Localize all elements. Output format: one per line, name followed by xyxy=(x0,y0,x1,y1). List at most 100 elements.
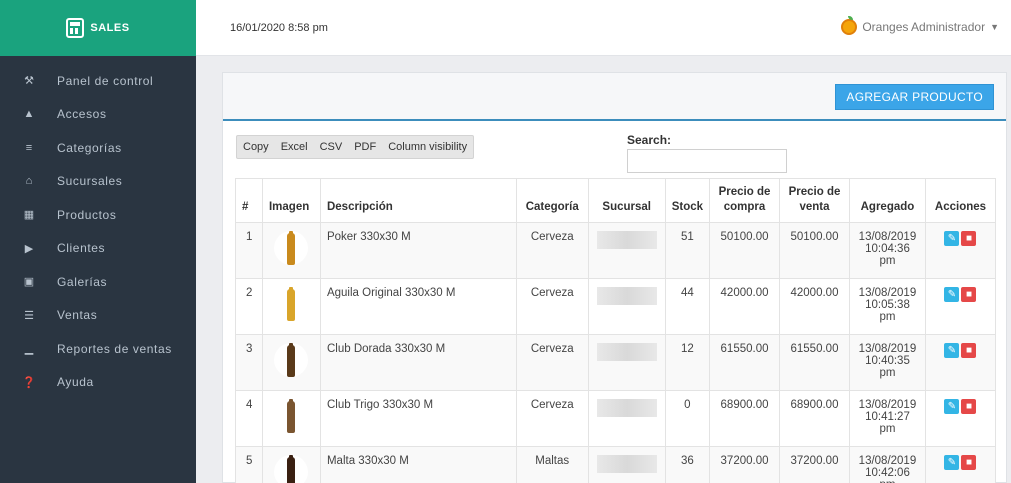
col-number[interactable]: # xyxy=(235,178,263,223)
sidebar-item-label: Ventas xyxy=(57,308,98,323)
sidebar-item-panel-de-control[interactable]: ⚒ Panel de control xyxy=(0,64,196,98)
sidebar-item-sucursales[interactable]: ⌂ Sucursales xyxy=(0,165,196,199)
user-icon: ▲ xyxy=(23,108,35,121)
sidebar: SALES ⚒ Panel de control ▲ Accesos ≡ Catego… xyxy=(0,0,196,483)
product-thumbnail[interactable] xyxy=(274,231,309,265)
product-category: Cerveza xyxy=(515,390,589,447)
sidebar-item-ayuda[interactable]: ❓ Ayuda xyxy=(0,366,196,400)
added-date: 13/08/2019 xyxy=(858,231,917,243)
trash-icon[interactable]: ■ xyxy=(961,287,977,302)
topbar: 16/01/2020 8:58 pm Oranges Administrador… xyxy=(196,0,1011,56)
sidebar-item-label: Productos xyxy=(57,207,117,222)
sidebar-item-clientes[interactable]: ▶ Clientes xyxy=(0,232,196,266)
sidebar-item-label: Reportes de ventas xyxy=(57,341,172,356)
pdf-button[interactable]: PDF xyxy=(348,136,382,158)
product-branch xyxy=(587,446,666,483)
row-actions: ✎ ■ xyxy=(924,334,997,391)
product-purchase-price: 42000.00 xyxy=(709,278,780,335)
row-actions: ✎ ■ xyxy=(924,222,997,279)
sidebar-item-categorias[interactable]: ≡ Categorías xyxy=(0,131,196,165)
grid-icon: ▦ xyxy=(23,209,35,222)
col-added[interactable]: Agregado xyxy=(848,178,926,223)
list-icon: ☰ xyxy=(24,309,34,322)
edit-icon[interactable]: ✎ xyxy=(944,287,960,302)
home-icon: ⌂ xyxy=(25,175,33,188)
brand-logo[interactable]: SALES xyxy=(0,0,196,56)
csv-button[interactable]: CSV xyxy=(314,136,349,158)
bottle-image xyxy=(287,399,296,433)
sidebar-item-galerias[interactable]: ▣ Galerías xyxy=(0,265,196,299)
added-time: 10:41:27 pm xyxy=(865,411,910,435)
bottle-image xyxy=(287,231,296,265)
trash-icon[interactable]: ■ xyxy=(961,231,977,246)
row-actions: ✎ ■ xyxy=(924,390,997,447)
trash-icon[interactable]: ■ xyxy=(961,399,977,414)
sidebar-item-label: Clientes xyxy=(57,241,106,256)
product-stock: 12 xyxy=(664,334,711,391)
sidebar-item-productos[interactable]: ▦ Productos xyxy=(0,198,196,232)
added-date: 13/08/2019 xyxy=(858,399,917,411)
product-image-cell xyxy=(261,222,321,279)
copy-button[interactable]: Copy xyxy=(237,136,275,158)
sidebar-item-label: Panel de control xyxy=(57,73,154,88)
trash-icon[interactable]: ■ xyxy=(961,343,977,358)
product-image-cell xyxy=(261,334,321,391)
table-row: 4 Club Trigo 330x30 M Cerveza 0 68900.00 6890… xyxy=(235,390,997,447)
calculator-icon xyxy=(66,18,85,38)
added-date: 13/08/2019 xyxy=(858,455,917,467)
product-thumbnail[interactable] xyxy=(274,287,309,321)
user-name: Oranges Administrador xyxy=(862,20,986,34)
product-category: Cerveza xyxy=(515,334,589,391)
table-row: 3 Club Dorada 330x30 M Cerveza 12 61550.00 61… xyxy=(235,334,997,391)
product-purchase-price: 50100.00 xyxy=(709,222,780,279)
product-branch xyxy=(587,278,666,335)
product-branch xyxy=(587,390,666,447)
col-stock[interactable]: Stock xyxy=(664,178,711,223)
col-purchase-price[interactable]: Precio de compra xyxy=(709,178,780,223)
sidebar-item-ventas[interactable]: ☰ Ventas xyxy=(0,299,196,333)
col-sale-price[interactable]: Precio de venta xyxy=(779,178,850,223)
bottle-image xyxy=(287,455,296,483)
add-product-button[interactable]: AGREGAR PRODUCTO xyxy=(835,84,994,110)
product-thumbnail[interactable] xyxy=(274,455,309,483)
excel-button[interactable]: Excel xyxy=(275,136,314,158)
orange-avatar-icon xyxy=(841,16,858,35)
added-time: 10:40:35 pm xyxy=(865,355,910,379)
trash-icon[interactable]: ■ xyxy=(961,455,977,470)
product-description: Malta 330x30 M xyxy=(319,446,517,483)
search-label: Search: xyxy=(627,133,672,147)
col-branch[interactable]: Sucursal xyxy=(587,178,666,223)
redacted-branch xyxy=(596,455,657,473)
edit-icon[interactable]: ✎ xyxy=(944,231,960,246)
col-category[interactable]: Categoría xyxy=(515,178,589,223)
search-input[interactable] xyxy=(627,149,787,173)
column-visibility-button[interactable]: Column visibility xyxy=(382,136,473,158)
product-description: Poker 330x30 M xyxy=(319,222,517,279)
product-branch xyxy=(587,222,666,279)
user-menu[interactable]: Oranges Administrador ▼ xyxy=(841,16,999,35)
brand-title: SALES xyxy=(90,22,130,34)
sidebar-item-label: Sucursales xyxy=(57,174,123,189)
added-date: 13/08/2019 xyxy=(858,287,917,299)
sidebar-item-reportes[interactable]: ▁ Reportes de ventas xyxy=(0,332,196,366)
export-buttons: Copy Excel CSV PDF Column visibility xyxy=(236,135,475,159)
signal-icon: ▁ xyxy=(24,343,34,356)
row-number: 4 xyxy=(235,390,263,447)
edit-icon[interactable]: ✎ xyxy=(944,455,960,470)
added-time: 10:42:06 pm xyxy=(865,467,910,483)
product-description: Aguila Original 330x30 M xyxy=(319,278,517,335)
product-image-cell xyxy=(261,278,321,335)
product-thumbnail[interactable] xyxy=(274,399,309,433)
edit-icon[interactable]: ✎ xyxy=(944,399,960,414)
product-purchase-price: 68900.00 xyxy=(709,390,780,447)
col-description[interactable]: Descripción xyxy=(319,178,517,223)
product-sale-price: 50100.00 xyxy=(779,222,850,279)
product-description: Club Dorada 330x30 M xyxy=(319,334,517,391)
product-thumbnail[interactable] xyxy=(274,343,309,377)
edit-icon[interactable]: ✎ xyxy=(944,343,960,358)
product-sale-price: 68900.00 xyxy=(779,390,850,447)
sidebar-item-accesos[interactable]: ▲ Accesos xyxy=(0,98,196,132)
panel-header: AGREGAR PRODUCTO xyxy=(223,73,1006,121)
product-purchase-price: 37200.00 xyxy=(709,446,780,483)
col-image[interactable]: Imagen xyxy=(261,178,321,223)
